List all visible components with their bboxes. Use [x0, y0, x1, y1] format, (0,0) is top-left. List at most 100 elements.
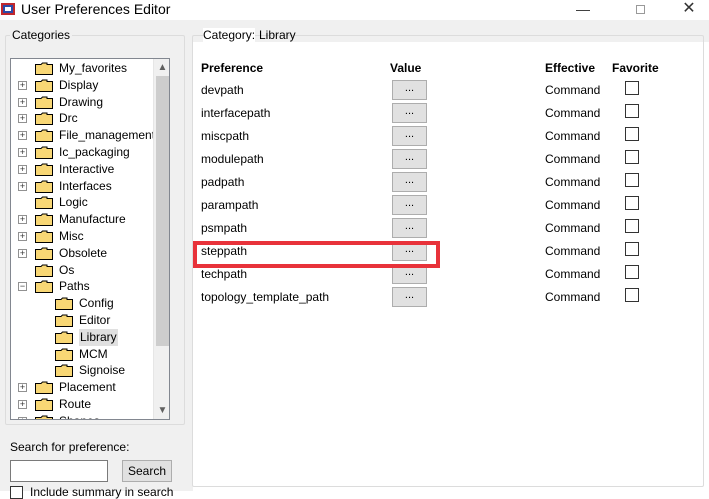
tree-item[interactable]: + Interactive: [11, 161, 153, 178]
expand-icon[interactable]: +: [18, 148, 27, 157]
preference-row: devpath... Command: [193, 80, 709, 103]
tree-item-label: Drc: [59, 111, 78, 126]
browse-button[interactable]: ...: [392, 103, 427, 123]
tree-item[interactable]: + File_management: [11, 127, 155, 144]
favorite-checkbox[interactable]: [625, 242, 639, 256]
effective-value: Command: [545, 244, 601, 258]
tree-item[interactable]: + Display: [11, 77, 153, 94]
favorite-checkbox[interactable]: [625, 81, 639, 95]
include-summary-checkbox[interactable]: [10, 486, 23, 499]
tree-item[interactable]: + Route: [11, 396, 153, 413]
folder-icon: [35, 79, 53, 92]
browse-button[interactable]: ...: [392, 287, 427, 307]
expand-icon[interactable]: +: [18, 181, 27, 191]
scroll-down-button[interactable]: ▼: [154, 402, 169, 419]
include-summary-label: Include summary in search: [30, 485, 174, 499]
expand-icon[interactable]: +: [18, 248, 27, 258]
scroll-up-button[interactable]: ▲: [154, 59, 169, 76]
tree-item[interactable]: Library: [11, 328, 153, 346]
tree-item-label: Ic_packaging: [59, 145, 130, 159]
search-input[interactable]: [10, 460, 108, 482]
folder-icon: [35, 96, 53, 109]
preference-name: modulepath: [201, 152, 264, 166]
tree-item-label: Paths: [59, 279, 90, 294]
category-tree[interactable]: My_favorites + Display + Drawing + Drc + File_ma…: [10, 58, 170, 420]
folder-icon: [35, 381, 53, 395]
preference-row: padpath... Command: [193, 172, 709, 195]
tree-item[interactable]: + Interfaces: [11, 178, 153, 195]
tree-item[interactable]: + Misc: [11, 228, 153, 245]
expand-icon[interactable]: +: [18, 400, 27, 409]
tree-item[interactable]: + Drc: [11, 110, 153, 127]
tree-item-label: Interfaces: [59, 178, 112, 193]
search-button[interactable]: Search: [122, 460, 172, 482]
tree-item[interactable]: + Placement: [11, 379, 153, 396]
favorite-checkbox[interactable]: [625, 127, 639, 141]
tree-item-label: My_favorites: [59, 61, 128, 75]
tree-item-label: Editor: [79, 313, 111, 327]
folder-icon: [35, 62, 53, 75]
effective-value: Command: [545, 267, 601, 281]
expand-icon[interactable]: +: [18, 416, 27, 419]
tree-item[interactable]: + Obsolete: [11, 245, 153, 262]
effective-value: Command: [545, 175, 601, 189]
effective-value: Command: [545, 290, 601, 304]
window-title: User Preferences Editor: [21, 1, 171, 17]
folder-icon: [35, 264, 53, 277]
favorite-checkbox[interactable]: [625, 265, 639, 279]
tree-item-label: Route: [59, 397, 92, 411]
preference-name: parampath: [201, 198, 259, 212]
tree-item[interactable]: Logic: [11, 194, 153, 211]
favorite-checkbox[interactable]: [625, 196, 639, 210]
tree-item-label: Shapes: [59, 413, 100, 419]
effective-value: Command: [545, 198, 601, 212]
browse-button[interactable]: ...: [392, 149, 427, 169]
maximize-button[interactable]: [625, 0, 655, 20]
browse-button[interactable]: ...: [392, 80, 427, 100]
effective-value: Command: [545, 152, 601, 166]
expand-icon[interactable]: +: [18, 80, 27, 90]
effective-value: Command: [545, 83, 601, 97]
favorite-checkbox[interactable]: [625, 288, 639, 302]
browse-button[interactable]: ...: [392, 218, 427, 238]
tree-scrollbar[interactable]: ▲ ▼: [153, 59, 169, 419]
tree-item[interactable]: Os: [11, 262, 153, 279]
dialog-body: Categories My_favorites + Display + Drawing +…: [0, 20, 709, 499]
expand-icon[interactable]: +: [18, 131, 27, 141]
favorite-checkbox[interactable]: [625, 173, 639, 187]
browse-button[interactable]: ...: [392, 195, 427, 215]
expand-icon[interactable]: +: [18, 215, 27, 225]
preference-row: parampath... Command: [193, 195, 709, 218]
browse-button[interactable]: ...: [392, 126, 427, 146]
minimize-button[interactable]: —: [568, 0, 598, 20]
expand-icon[interactable]: +: [18, 383, 27, 393]
expand-icon[interactable]: +: [18, 232, 27, 241]
tree-item[interactable]: Signoise: [11, 362, 153, 379]
tree-item[interactable]: Editor: [11, 312, 153, 329]
favorite-checkbox[interactable]: [625, 150, 639, 164]
tree-item[interactable]: + Shapes: [11, 413, 153, 419]
expand-icon[interactable]: +: [18, 164, 27, 174]
tree-item[interactable]: Config: [11, 295, 153, 312]
tree-item[interactable]: − Paths: [11, 278, 153, 295]
close-button[interactable]: ✕: [674, 0, 704, 20]
tree-item-label: Misc: [59, 229, 84, 243]
expand-icon[interactable]: +: [18, 114, 27, 124]
scroll-thumb[interactable]: [156, 76, 169, 346]
tree-item[interactable]: + Ic_packaging: [11, 144, 153, 161]
tree-item[interactable]: MCM: [11, 346, 153, 363]
favorite-checkbox[interactable]: [625, 104, 639, 118]
folder-icon: [55, 364, 73, 378]
preference-row: psmpath... Command: [193, 218, 709, 241]
tree-item-label: Os: [59, 262, 75, 277]
favorite-checkbox[interactable]: [625, 219, 639, 233]
preference-name: techpath: [201, 267, 248, 281]
tree-item[interactable]: My_favorites: [11, 60, 153, 77]
folder-icon: [35, 415, 53, 419]
collapse-icon[interactable]: −: [18, 282, 27, 292]
tree-item[interactable]: + Manufacture: [11, 211, 153, 228]
tree-item[interactable]: + Drawing: [11, 94, 153, 111]
tree-item-label: Manufacture: [59, 212, 126, 227]
expand-icon[interactable]: +: [18, 97, 27, 107]
browse-button[interactable]: ...: [392, 172, 427, 192]
